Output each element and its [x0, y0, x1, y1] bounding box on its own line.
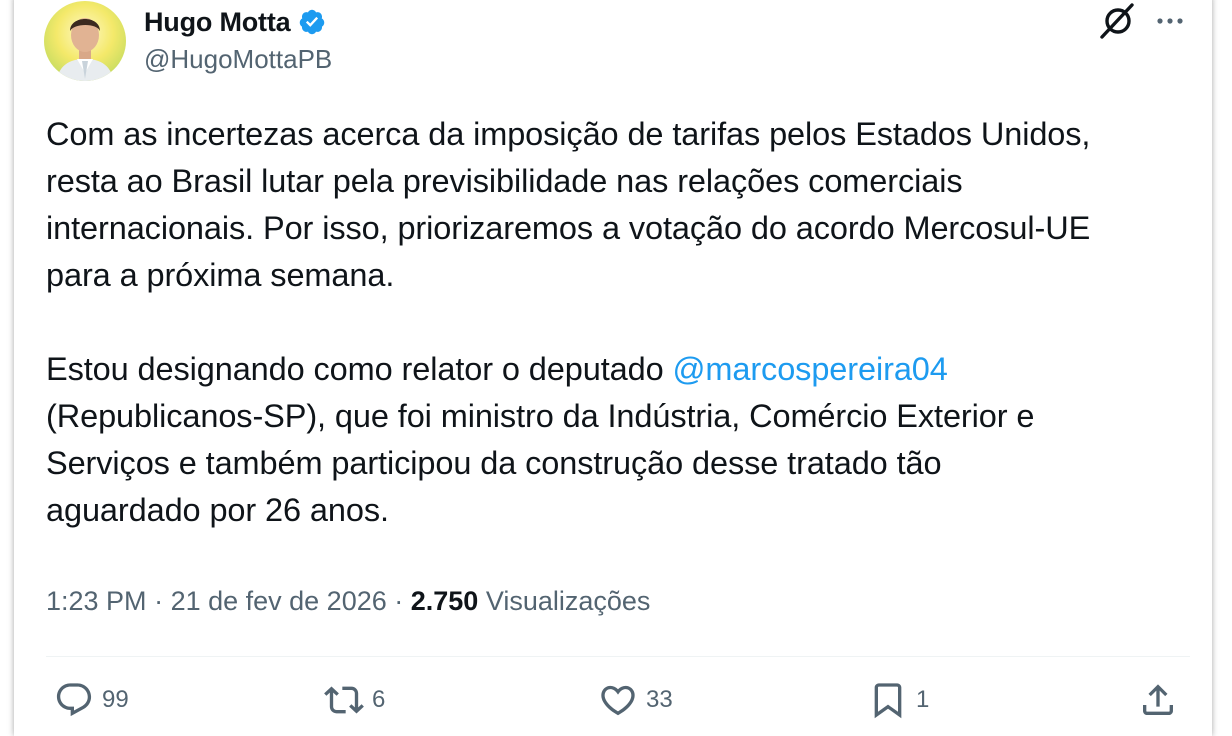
- like-button[interactable]: 33: [598, 680, 673, 720]
- share-button[interactable]: [1138, 680, 1178, 720]
- views-label[interactable]: Visualizações: [478, 586, 651, 617]
- verified-badge-icon: [300, 9, 325, 35]
- repost-button[interactable]: 6: [324, 680, 385, 720]
- bookmark-button[interactable]: 1: [868, 680, 929, 720]
- like-count: 33: [646, 686, 673, 713]
- tweet-paragraph-2-end: (Republicanos-SP), que foi ministro da I…: [46, 398, 1035, 528]
- tweet-time[interactable]: 1:23 PM: [46, 586, 147, 617]
- tweet-text: Com as incertezas acerca da imposição de…: [46, 111, 1206, 534]
- tweet-date[interactable]: 21 de fev de 2026: [171, 586, 387, 617]
- grok-icon[interactable]: [1096, 0, 1140, 42]
- share-icon: [1143, 684, 1173, 715]
- divider: [46, 656, 1190, 657]
- bookmark-count: 1: [916, 686, 930, 713]
- author-name[interactable]: Hugo Motta: [144, 7, 291, 38]
- author-handle[interactable]: @HugoMottaPB: [144, 44, 332, 75]
- author-name-row: Hugo Motta: [144, 2, 326, 42]
- reply-icon: [56, 683, 92, 717]
- reply-button[interactable]: 99: [54, 680, 129, 720]
- more-options-icon[interactable]: [1148, 4, 1192, 38]
- views-count[interactable]: 2.750: [411, 586, 479, 617]
- mention-link[interactable]: @marcospereira04: [672, 351, 947, 387]
- action-bar: 99 6 33 1: [0, 680, 1232, 720]
- avatar[interactable]: [44, 1, 126, 81]
- meta-separator: ·: [386, 585, 411, 616]
- meta-separator: ·: [146, 585, 171, 616]
- bookmark-icon: [874, 683, 902, 719]
- repost-icon: [324, 686, 364, 714]
- tweet-meta: 1:23 PM · 21 de fev de 2026 · 2.750 Visu…: [46, 583, 650, 619]
- tweet-paragraph-1: Com as incertezas acerca da imposição de…: [46, 116, 1091, 293]
- reply-count: 99: [102, 686, 129, 713]
- heart-icon: [601, 685, 635, 716]
- repost-count: 6: [372, 686, 386, 713]
- tweet-paragraph-2-start: Estou designando como relator o deputado: [46, 351, 673, 387]
